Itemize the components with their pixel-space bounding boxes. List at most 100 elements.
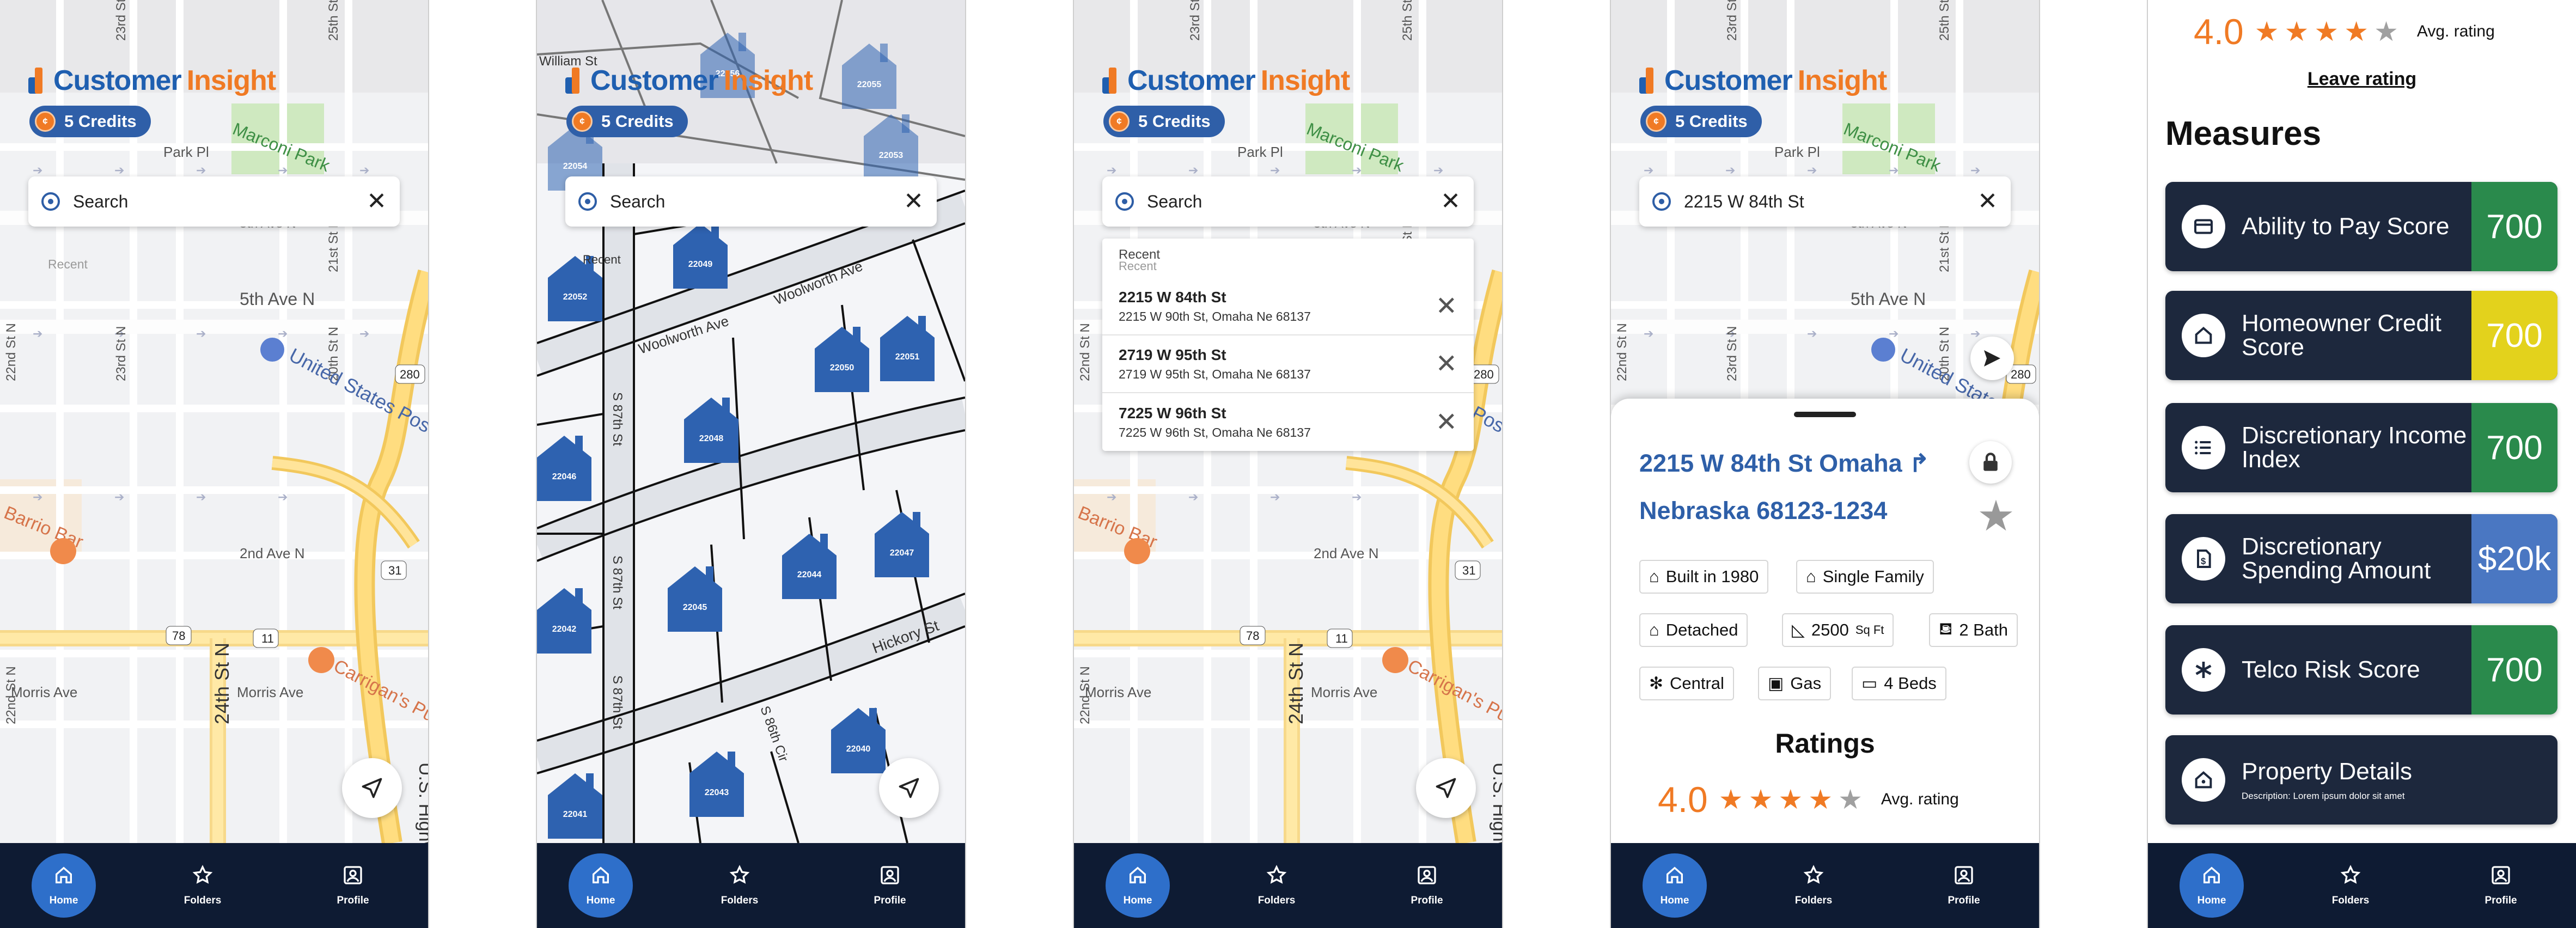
search-input[interactable]: Search [610, 192, 904, 212]
property-details-card[interactable]: Property Details Description: Lorem ipsum… [2165, 735, 2557, 825]
search-bar[interactable]: Search ✕ [1102, 176, 1474, 227]
nav-folders[interactable]: Folders [1233, 864, 1320, 907]
parcel-id-label: 22052 [563, 292, 588, 302]
locate-me-button[interactable] [342, 758, 402, 818]
average-rating: 4.0 ★ ★ ★ ★ ★ Avg. rating [1658, 779, 1959, 820]
remove-recent-icon[interactable]: ✕ [1436, 349, 1457, 379]
send-button[interactable] [1970, 337, 2014, 380]
recent-item[interactable]: 2719 W 95th St 2719 W 95th St, Omaha Ne 6… [1102, 335, 1474, 393]
nav-folders[interactable]: Folders [159, 864, 246, 907]
recent-item[interactable]: 7225 W 96th St 7225 W 96th St, Omaha Ne 6… [1102, 393, 1474, 451]
measure-value: $20k [2471, 514, 2557, 603]
locate-me-button[interactable] [879, 758, 939, 818]
folders-icon [1266, 864, 1287, 889]
directions-arrow-icon[interactable]: ↱ [1909, 449, 1930, 477]
lock-icon [1983, 453, 1998, 471]
parcel-id-label: 22042 [552, 625, 577, 634]
measure-card[interactable]: $ Discretionary Spending Amount $20k [2165, 514, 2557, 603]
label-25th-st: 25th St N [1937, 0, 1952, 41]
search-input[interactable]: Search [1147, 192, 1440, 212]
chip-sqft: ◺ 2500 Sq Ft [1782, 613, 1894, 647]
route-280-shield: 280 [1474, 368, 1494, 381]
nav-home[interactable]: Home [569, 853, 633, 918]
post-office-pin-icon [1871, 338, 1895, 362]
svg-text:➔: ➔ [278, 490, 288, 504]
profile-icon [1416, 864, 1438, 889]
measure-card[interactable]: Telco Risk Score 700 [2165, 625, 2557, 715]
bottom-nav: Home Folders Profile [2148, 843, 2576, 928]
recent-label: Recent [48, 257, 88, 271]
clear-search-icon[interactable]: ✕ [904, 190, 924, 213]
property-sheet: 2215 W 84th St Omaha ↱ Nebraska 68123-12… [1611, 399, 2039, 843]
nav-home-label: Home [1660, 895, 1689, 906]
nav-home[interactable]: Home [2180, 853, 2244, 918]
nav-profile[interactable]: Profile [1920, 864, 2007, 907]
svg-text:➔: ➔ [359, 327, 369, 340]
clear-search-icon[interactable]: ✕ [367, 190, 387, 213]
parcel-id-label: 22048 [699, 434, 724, 443]
nav-folders[interactable]: Folders [2307, 864, 2394, 907]
parcel-id-label: 22041 [563, 810, 588, 819]
nav-folders[interactable]: Folders [1770, 864, 1857, 907]
nav-home[interactable]: Home [1106, 853, 1170, 918]
coin-icon: ¢ [35, 111, 56, 132]
measure-card[interactable]: Discretionary Income Index 700 [2165, 403, 2557, 492]
coin-icon: ¢ [572, 111, 593, 132]
search-input[interactable]: 2215 W 84th St [1684, 192, 1977, 212]
remove-recent-icon[interactable]: ✕ [1436, 407, 1457, 437]
profile-icon [1953, 864, 1975, 889]
home-icon [590, 864, 612, 889]
credits-badge[interactable]: ¢ 5 Credits [29, 106, 151, 137]
restaurant-pin-icon [1124, 538, 1150, 564]
search-bar[interactable]: 2215 W 84th St ✕ [1639, 176, 2011, 227]
nav-profile-label: Profile [337, 895, 369, 906]
nav-folders-label: Folders [2331, 895, 2370, 906]
location-target-icon [1115, 192, 1134, 211]
folders-icon [1803, 864, 1824, 889]
nav-home[interactable]: Home [32, 853, 96, 918]
recent-item[interactable]: 2215 W 84th St 2215 W 90th St, Omaha Ne 6… [1102, 278, 1474, 335]
sheet-grab-handle[interactable] [1794, 412, 1856, 417]
remove-recent-icon[interactable]: ✕ [1436, 291, 1457, 321]
lock-button[interactable] [1969, 441, 2012, 484]
ruler-icon: ◺ [1792, 620, 1805, 639]
svg-text:➔: ➔ [1807, 163, 1817, 177]
measure-card[interactable]: Homeowner Credit Score 700 [2165, 291, 2557, 380]
search-input[interactable]: Search [73, 192, 367, 212]
label-2nd-ave: 2nd Ave N [1314, 545, 1379, 561]
app-logo: Customer Insight [28, 64, 276, 97]
route-11-shield: 11 [261, 632, 274, 645]
search-bar[interactable]: Search ✕ [565, 176, 937, 227]
nav-folders[interactable]: Folders [696, 864, 783, 907]
leave-rating-link[interactable]: Leave rating [2148, 69, 2576, 90]
credits-badge[interactable]: ¢ 5 Credits [1640, 106, 1762, 137]
nav-folders-label: Folders [1258, 895, 1296, 906]
svg-text:➔: ➔ [1352, 163, 1362, 177]
search-bar[interactable]: Search ✕ [28, 176, 400, 227]
svg-text:➔: ➔ [278, 163, 288, 177]
clear-search-icon[interactable]: ✕ [1977, 190, 1998, 213]
nav-profile[interactable]: Profile [1383, 864, 1470, 907]
credits-badge[interactable]: ¢ 5 Credits [566, 106, 688, 137]
svg-text:➔: ➔ [33, 327, 42, 340]
property-details-description: Description: Lorem ipsum dolor sit amet [2242, 790, 2405, 801]
nav-folders-label: Folders [1794, 895, 1833, 906]
credits-badge[interactable]: ¢ 5 Credits [1103, 106, 1225, 137]
measure-card[interactable]: Ability to Pay Score 700 [2165, 182, 2557, 271]
nav-profile[interactable]: Profile [309, 864, 396, 907]
route-31-shield: 31 [1462, 564, 1475, 577]
label-23rd-st: 23rd St N [114, 326, 129, 381]
property-address-line1[interactable]: 2215 W 84th St Omaha ↱ [1639, 449, 1930, 478]
locate-me-button[interactable] [1416, 758, 1476, 818]
nav-profile[interactable]: Profile [2457, 864, 2544, 907]
clear-search-icon[interactable]: ✕ [1440, 190, 1461, 213]
post-office-pin-icon [260, 338, 284, 362]
nav-profile[interactable]: Profile [846, 864, 933, 907]
garage-icon: ⌂ [1649, 620, 1659, 639]
home-icon [1127, 864, 1149, 889]
nav-home[interactable]: Home [1643, 853, 1707, 918]
app-logo: Customer Insight [565, 64, 813, 97]
label-park-pl: Park Pl [1774, 144, 1820, 160]
label-morris-ave-2: Morris Ave [1311, 684, 1377, 700]
favorite-star-icon[interactable]: ★ [1977, 494, 2015, 537]
